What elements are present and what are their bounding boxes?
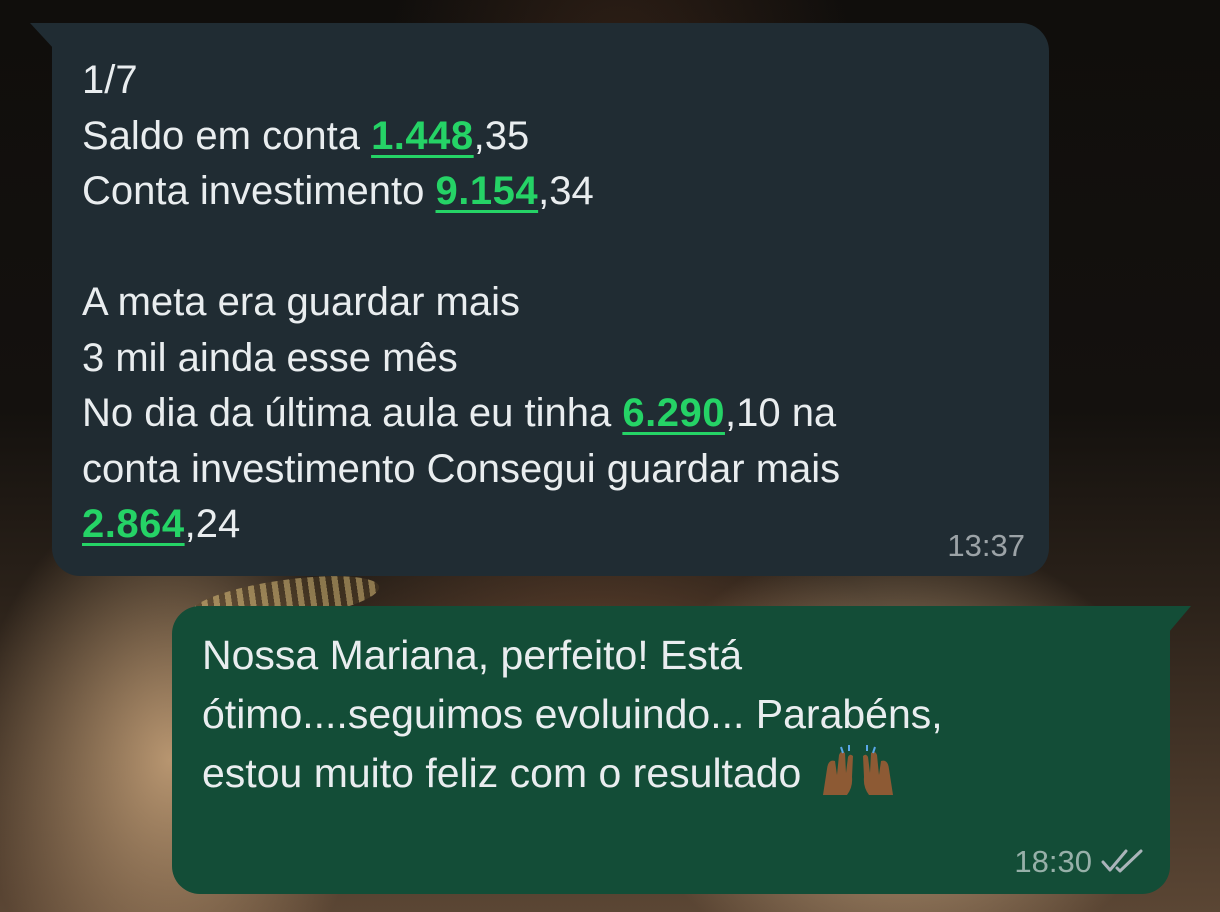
incoming-bubble-tail: [30, 23, 54, 49]
raising-hands-emoji: [822, 745, 893, 795]
message-line: ótimo....seguimos evoluindo... Parabéns,: [202, 685, 1140, 744]
phone-number-link[interactable]: 2.864: [82, 502, 185, 546]
message-text-segment: ,35: [473, 113, 530, 158]
message-line: Conta investimento 9.154,34: [82, 164, 1019, 220]
message-line: A meta era guardar mais: [82, 275, 1019, 331]
message-timestamp: 18:30: [1014, 844, 1092, 879]
message-text-segment: ótimo....seguimos evoluindo... Parabéns,: [202, 691, 943, 737]
message-line: [82, 220, 1019, 276]
phone-number-link[interactable]: 1.448: [371, 114, 474, 158]
message-text-segment: ,10 na: [724, 391, 837, 435]
message-line: 1/7: [82, 53, 1019, 109]
outgoing-bubble-tail: [1169, 606, 1191, 632]
message-line: Saldo em conta 1.448,35: [82, 109, 1019, 165]
message-line: 3 mil ainda esse mês: [82, 331, 1019, 387]
message-text-segment: Nossa Mariana, perfeito! Está: [202, 632, 743, 678]
message-text-segment: No dia da última aula eu tinha: [82, 391, 623, 435]
message-line: Nossa Mariana, perfeito! Está: [202, 626, 1140, 685]
message-text-segment: 3 mil ainda esse mês: [82, 335, 458, 380]
message-text-segment: Saldo em conta: [82, 113, 372, 158]
message-text-segment: A meta era guardar mais: [82, 280, 520, 324]
message-text: 1/7 Saldo em conta 1.448,35 Conta investim…: [82, 53, 1019, 553]
incoming-message-bubble[interactable]: 1/7 Saldo em conta 1.448,35 Conta investim…: [52, 23, 1049, 576]
message-text-segment: 1/7: [82, 58, 138, 102]
message-text: Nossa Mariana, perfeito! Está ótimo....se…: [202, 626, 1140, 803]
message-line: 2.864,24: [82, 497, 1019, 553]
outgoing-message-bubble[interactable]: Nossa Mariana, perfeito! Está ótimo....se…: [172, 606, 1170, 894]
phone-number-link[interactable]: 9.154: [436, 169, 539, 213]
message-text-segment: ,34: [538, 169, 594, 213]
double-check-read-icon: [1101, 849, 1143, 873]
message-text-segment: conta investimento Consegui guardar mais: [82, 446, 841, 491]
message-line: No dia da última aula eu tinha 6.290,10 …: [82, 386, 1019, 442]
message-text-segment: Conta investimento: [82, 169, 436, 213]
phone-number-link[interactable]: 6.290: [622, 391, 725, 435]
message-text-segment: estou muito feliz com o resultado: [202, 750, 813, 796]
message-line: conta investimento Consegui guardar mais: [82, 442, 1019, 498]
message-timestamp: 13:37: [947, 528, 1025, 563]
message-text-segment: ,24: [184, 502, 241, 546]
message-line: estou muito feliz com o resultado: [202, 744, 1140, 803]
